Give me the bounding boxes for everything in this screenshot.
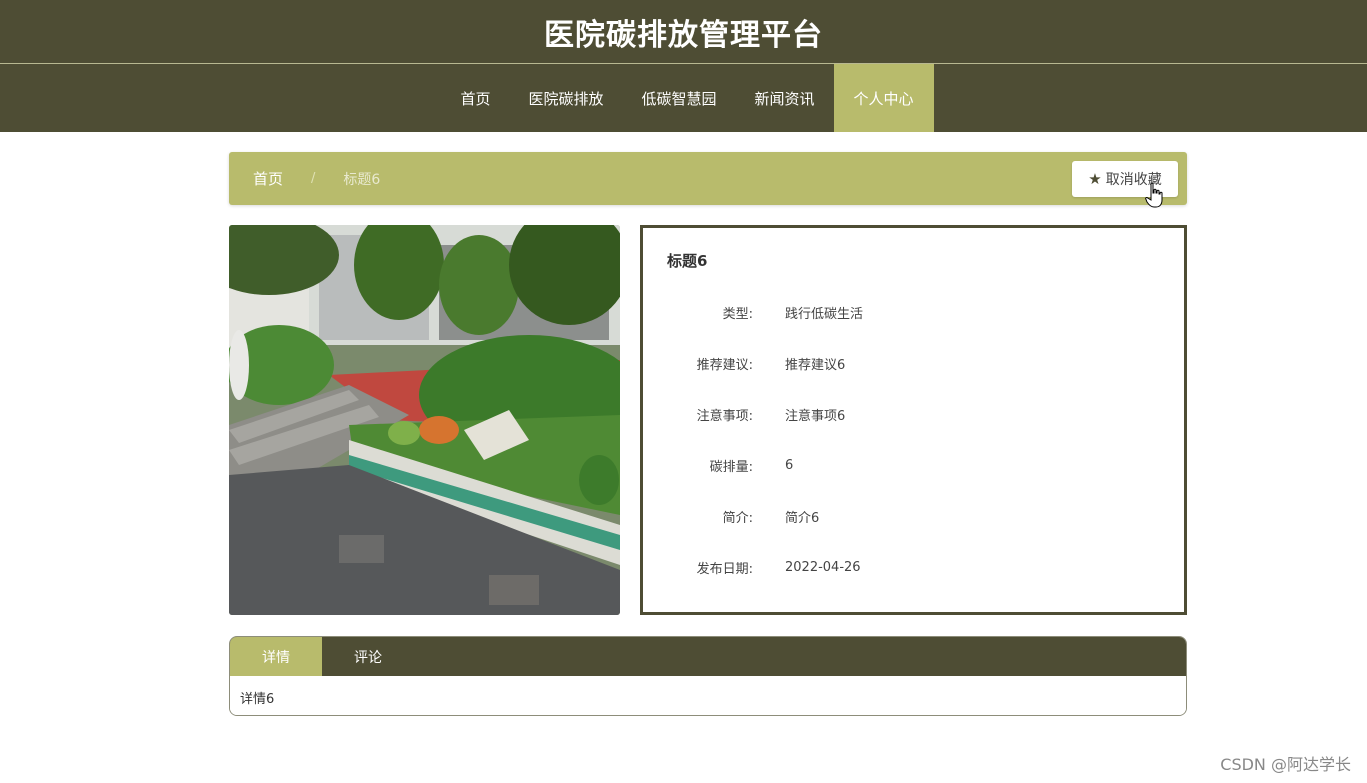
detail-info-panel: 标题6 类型: 践行低碳生活 推荐建议: 推荐建议6 注意事项: 注意事项6 碳… xyxy=(640,225,1187,615)
field-value: 注意事项6 xyxy=(785,409,846,424)
main-nav: 首页 医院碳排放 低碳智慧园 新闻资讯 个人中心 xyxy=(0,64,1367,132)
field-value: 6 xyxy=(785,458,794,473)
detail-tabs: 详情 评论 详情6 xyxy=(229,636,1187,716)
tab-details[interactable]: 详情 xyxy=(230,637,322,676)
field-label: 注意事项: xyxy=(696,409,753,424)
tab-content: 详情6 xyxy=(230,676,1186,715)
field-value: 推荐建议6 xyxy=(785,358,846,373)
field-label: 碳排量: xyxy=(709,460,753,475)
detail-field-carbon-amount: 碳排量: 6 xyxy=(667,440,1160,491)
hand-cursor-icon xyxy=(1145,182,1163,208)
nav-item-carbon-emission[interactable]: 医院碳排放 xyxy=(509,64,622,132)
breadcrumb-separator: / xyxy=(311,171,316,186)
detail-field-recommendation: 推荐建议: 推荐建议6 xyxy=(667,338,1160,389)
campus-garden-photo xyxy=(229,225,620,615)
nav-item-personal-center[interactable]: 个人中心 xyxy=(833,64,934,132)
detail-row: 标题6 类型: 践行低碳生活 推荐建议: 推荐建议6 注意事项: 注意事项6 碳… xyxy=(229,225,1187,615)
detail-field-summary: 简介: 简介6 xyxy=(667,491,1160,542)
field-label: 推荐建议: xyxy=(696,358,753,373)
breadcrumb-current: 标题6 xyxy=(343,171,381,188)
field-label: 发布日期: xyxy=(696,562,753,577)
tab-bar: 详情 评论 xyxy=(230,637,1186,676)
field-label: 类型: xyxy=(722,307,753,322)
field-value: 践行低碳生活 xyxy=(785,307,864,322)
detail-field-type: 类型: 践行低碳生活 xyxy=(667,287,1160,338)
detail-field-publish-date: 发布日期: 2022-04-26 xyxy=(667,542,1160,593)
field-value: 简介6 xyxy=(785,511,820,526)
tab-comments[interactable]: 评论 xyxy=(322,637,414,676)
detail-field-notes: 注意事项: 注意事项6 xyxy=(667,389,1160,440)
breadcrumb: 首页 / 标题6 ★ 取消收藏 xyxy=(229,152,1187,208)
detail-title: 标题6 xyxy=(667,252,708,270)
star-icon: ★ xyxy=(1088,170,1102,188)
watermark: CSDN @阿达学长 xyxy=(1220,755,1351,774)
site-title: 医院碳排放管理平台 xyxy=(544,17,823,53)
field-value: 2022-04-26 xyxy=(785,560,861,575)
breadcrumb-home-link[interactable]: 首页 xyxy=(253,168,283,189)
main-content: 首页 / 标题6 ★ 取消收藏 标题6 类型: 践行低碳生活 推荐建议: 推荐建… xyxy=(229,152,1187,716)
site-header: 医院碳排放管理平台 xyxy=(0,0,1367,64)
field-label: 简介: xyxy=(722,511,753,526)
nav-item-low-carbon-park[interactable]: 低碳智慧园 xyxy=(622,64,735,132)
nav-item-news[interactable]: 新闻资讯 xyxy=(736,64,834,132)
nav-item-home[interactable]: 首页 xyxy=(441,64,509,132)
